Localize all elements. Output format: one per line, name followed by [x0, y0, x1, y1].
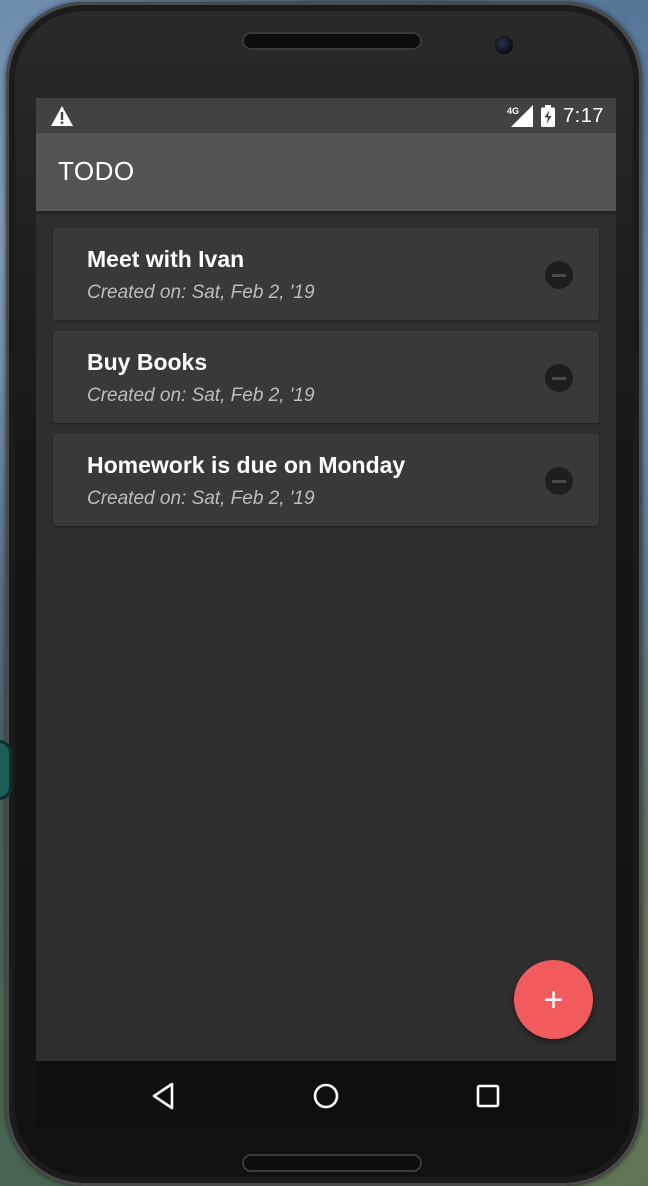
todo-item[interactable]: Meet with Ivan Created on: Sat, Feb 2, '… — [53, 228, 599, 320]
todo-title: Buy Books — [87, 349, 208, 375]
app-screen: 4G 7:17 TODO Meet with Ivan Created on: … — [36, 98, 616, 1130]
remove-todo-button[interactable] — [545, 364, 573, 392]
add-todo-button[interactable]: + — [514, 960, 593, 1039]
todo-list: Meet with Ivan Created on: Sat, Feb 2, '… — [53, 228, 599, 537]
todo-created-date: Created on: Sat, Feb 2, '19 — [87, 282, 315, 303]
front-camera — [495, 36, 513, 54]
recents-icon[interactable] — [472, 1080, 504, 1112]
warning-icon — [51, 106, 73, 126]
todo-created-date: Created on: Sat, Feb 2, '19 — [87, 385, 315, 406]
app-bar: TODO — [36, 133, 616, 211]
todo-title: Homework is due on Monday — [87, 452, 406, 478]
bottom-speaker — [242, 1154, 422, 1172]
network-type-label: 4G — [507, 106, 519, 116]
remove-todo-button[interactable] — [545, 261, 573, 289]
earpiece-speaker — [242, 32, 422, 50]
cell-signal-icon: 4G — [507, 105, 534, 127]
todo-item[interactable]: Homework is due on Monday Created on: Sa… — [53, 434, 599, 526]
page-title: TODO — [58, 156, 135, 186]
home-icon[interactable] — [310, 1080, 342, 1112]
side-button — [0, 740, 12, 800]
add-icon: + — [543, 980, 564, 1019]
todo-item[interactable]: Buy Books Created on: Sat, Feb 2, '19 — [53, 331, 599, 423]
todo-title: Meet with Ivan — [87, 246, 245, 272]
remove-todo-button[interactable] — [545, 467, 573, 495]
back-icon[interactable] — [148, 1080, 180, 1112]
navigation-bar — [36, 1061, 616, 1130]
todo-created-date: Created on: Sat, Feb 2, '19 — [87, 488, 315, 509]
status-bar: 4G 7:17 — [36, 98, 616, 133]
status-time: 7:17 — [563, 104, 604, 127]
battery-charging-icon — [541, 105, 556, 127]
